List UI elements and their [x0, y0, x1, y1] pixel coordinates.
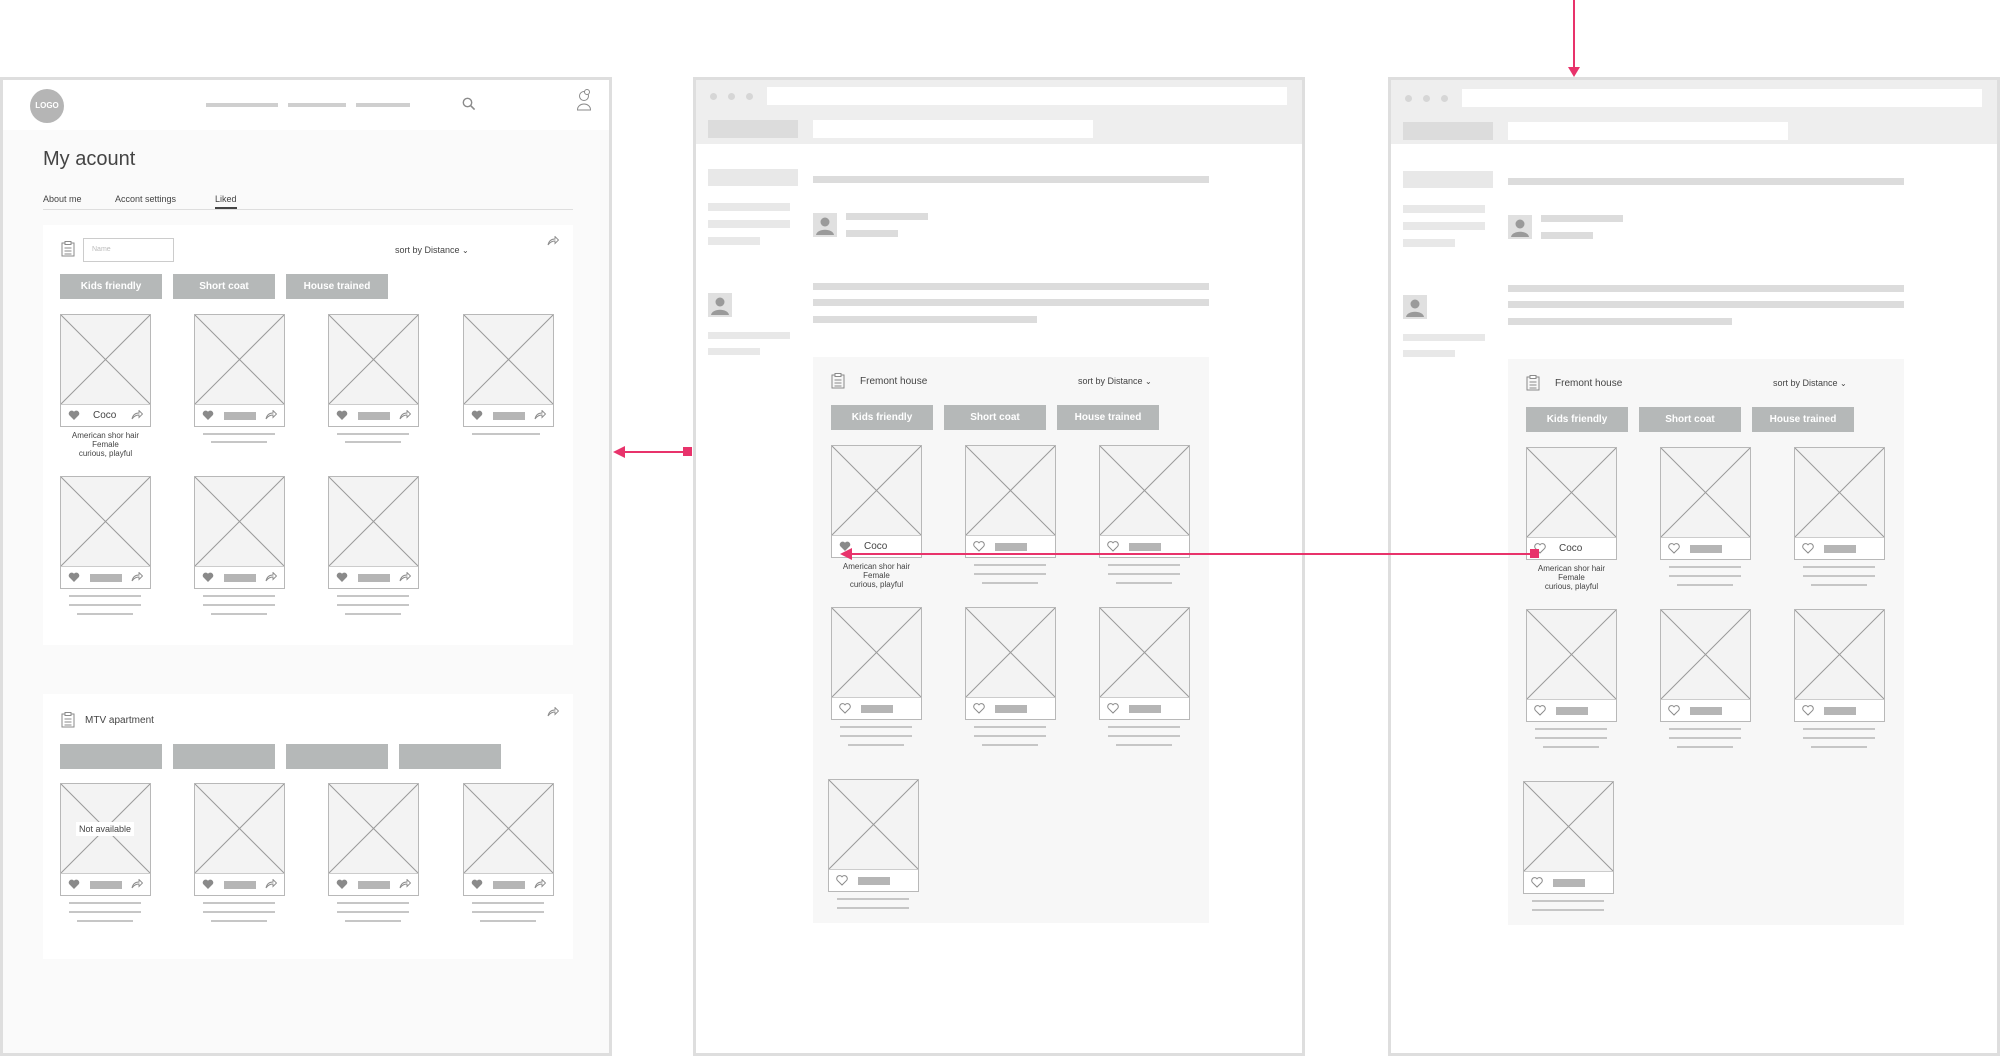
arrow-middle-to-left [613, 446, 692, 458]
arrow-entry-right-frame [1568, 0, 1580, 77]
arrow-right-to-middle [840, 548, 1539, 560]
flow-arrows [613, 0, 1580, 560]
